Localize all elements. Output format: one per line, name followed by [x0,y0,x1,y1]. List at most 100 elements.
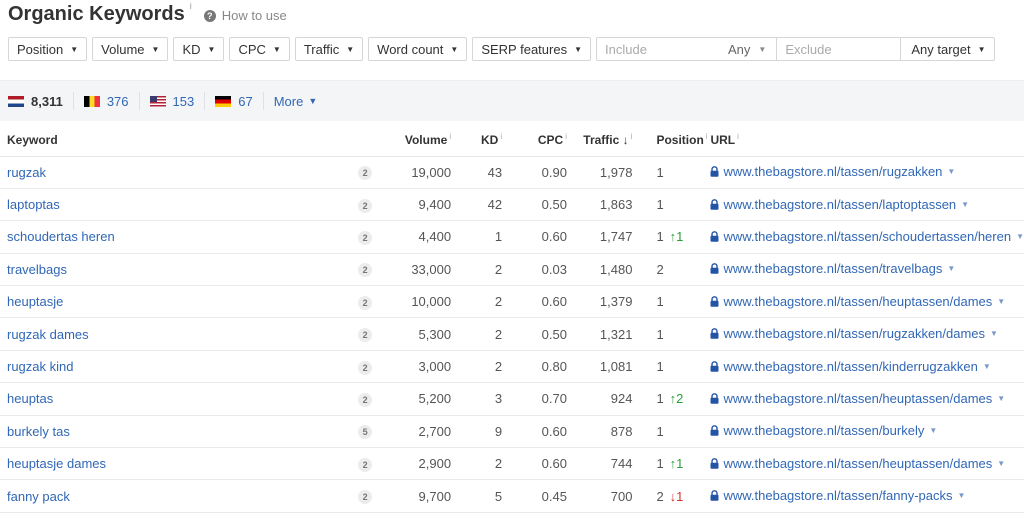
info-icon[interactable]: i [449,132,451,141]
serp-features-badge[interactable]: 2 [358,457,373,472]
filter-position-button[interactable]: Position ▼ [8,37,88,61]
position-value: 1 [656,326,664,342]
url-link[interactable]: www.thebagstore.nl/tassen/rugzakken ▼ [710,164,955,179]
keyword-link[interactable]: laptoptas [7,197,60,212]
url-link[interactable]: www.thebagstore.nl/tassen/laptoptassen ▼ [710,197,969,212]
serp-features-badge[interactable]: 2 [358,263,373,278]
col-position[interactable]: Position i [632,124,709,157]
traffic-cell: 1,747 [566,220,633,254]
country-tab-us[interactable]: 153 [149,92,206,110]
how-to-use-link[interactable]: ? How to use [203,8,287,23]
serp-features-badge[interactable]: 2 [358,295,373,310]
caret-down-icon[interactable]: ▼ [958,491,966,500]
col-url[interactable]: URL i [708,124,1024,157]
position-change: ↑2 [669,391,684,407]
keyword-link[interactable]: travelbags [7,262,67,277]
cpc-cell: 0.70 [502,382,567,416]
url-link[interactable]: www.thebagstore.nl/tassen/fanny-packs ▼ [710,488,965,503]
info-icon[interactable]: i [737,132,739,141]
caret-down-icon: ▼ [151,44,160,54]
info-icon[interactable]: i [500,132,502,141]
more-countries-button[interactable]: More ▼ [274,94,318,109]
table-row: rugzak 2 19,000 43 0.90 1,978 1 www.theb… [0,156,1024,189]
col-cpc[interactable]: CPC i [502,124,567,157]
filter-volume-button[interactable]: Volume ▼ [92,37,169,61]
caret-down-icon: ▼ [574,44,583,54]
filter-word-count-button[interactable]: Word count ▼ [368,37,468,61]
col-keyword[interactable]: Keyword [0,124,359,157]
serp-features-badge[interactable]: 2 [358,392,373,407]
url-link[interactable]: www.thebagstore.nl/tassen/heuptassen/dam… [710,391,1005,406]
position-change: ↓1 [669,488,684,504]
keyword-link[interactable]: heuptasje dames [7,456,106,471]
url-link[interactable]: www.thebagstore.nl/tassen/heuptassen/dam… [710,294,1005,309]
caret-down-icon[interactable]: ▼ [961,200,969,209]
keyword-link[interactable]: rugzak [7,165,46,180]
table-row: laptoptas 2 9,400 42 0.50 1,863 1 www.th… [0,188,1024,222]
kd-cell: 5 [451,479,503,513]
url-link[interactable]: www.thebagstore.nl/tassen/heuptassen/dam… [710,456,1005,471]
filter-kd-button[interactable]: KD ▼ [173,37,225,61]
filter-serp-features-button[interactable]: SERP features ▼ [472,37,592,61]
keyword-link[interactable]: burkely tas [7,424,70,439]
url-link[interactable]: www.thebagstore.nl/tassen/rugzakken/dame… [710,326,998,341]
filter-label: Volume [101,41,145,57]
caret-down-icon[interactable]: ▼ [990,329,998,338]
keyword-link[interactable]: fanny pack [7,489,70,504]
include-mode-select[interactable]: Any ▼ [722,38,778,60]
filter-cpc-button[interactable]: CPC ▼ [229,37,290,61]
country-tab-nl[interactable]: 8,311 [8,92,74,110]
keyword-link[interactable]: schoudertas heren [7,229,115,244]
kd-cell: 2 [451,285,503,319]
germany-flag-icon [215,95,232,107]
caret-down-icon[interactable]: ▼ [947,167,955,176]
col-kd[interactable]: KD i [451,124,503,157]
serp-features-badge[interactable]: 2 [358,490,373,505]
url-link[interactable]: www.thebagstore.nl/tassen/kinderrugzakke… [710,359,991,374]
url-link[interactable]: www.thebagstore.nl/tassen/travelbags ▼ [710,261,955,276]
url-text: www.thebagstore.nl/tassen/rugzakken/dame… [723,326,986,342]
position-value: 1 [656,423,664,439]
caret-down-icon[interactable]: ▼ [997,297,1005,306]
table-row: burkely tas 5 2,700 9 0.60 878 1 www.the… [0,415,1024,449]
filter-traffic-button[interactable]: Traffic ▼ [294,37,364,61]
caret-down-icon: ▼ [272,44,281,54]
position-cell: 2 ↓1 [632,479,709,513]
keyword-link[interactable]: rugzak dames [7,327,89,342]
traffic-cell: 1,480 [566,253,633,287]
keyword-link[interactable]: heuptasje [7,294,63,309]
target-select[interactable]: Any target ▼ [901,38,993,60]
kd-cell: 9 [451,415,503,449]
serp-features-badge[interactable]: 2 [358,166,373,181]
position-cell: 1 [632,156,709,189]
caret-down-icon[interactable]: ▼ [947,264,955,273]
position-value: 1 [656,391,664,407]
serp-features-badge[interactable]: 2 [358,198,373,213]
col-volume[interactable]: Volume i [393,124,452,157]
info-icon[interactable]: i [706,132,708,141]
keyword-link[interactable]: heuptas [7,391,53,406]
country-tab-be[interactable]: 376 [83,92,140,110]
caret-down-icon[interactable]: ▼ [983,362,991,371]
url-link[interactable]: www.thebagstore.nl/tassen/burkely ▼ [710,423,937,438]
caret-down-icon[interactable]: ▼ [1016,232,1024,241]
serp-features-badge[interactable]: 2 [358,360,373,375]
info-icon[interactable]: i [565,132,567,141]
info-icon[interactable]: i [631,132,633,141]
caret-down-icon[interactable]: ▼ [929,426,937,435]
col-traffic[interactable]: Traffic ↓ i [566,124,633,157]
serp-features-badge[interactable]: 2 [358,328,373,343]
caret-down-icon[interactable]: ▼ [997,459,1005,468]
volume-cell: 19,000 [393,156,452,189]
keyword-link[interactable]: rugzak kind [7,359,73,374]
serp-features-badge[interactable]: 5 [358,425,373,440]
serp-features-badge[interactable]: 2 [358,230,373,245]
country-tab-de[interactable]: 67 [215,92,264,110]
include-input[interactable] [597,38,723,60]
traffic-cell: 700 [566,479,633,513]
exclude-input[interactable] [777,38,902,60]
url-link[interactable]: www.thebagstore.nl/tassen/schoudertassen… [710,229,1024,244]
info-icon[interactable]: i [190,1,192,11]
volume-cell: 4,400 [393,220,452,254]
caret-down-icon[interactable]: ▼ [997,394,1005,403]
